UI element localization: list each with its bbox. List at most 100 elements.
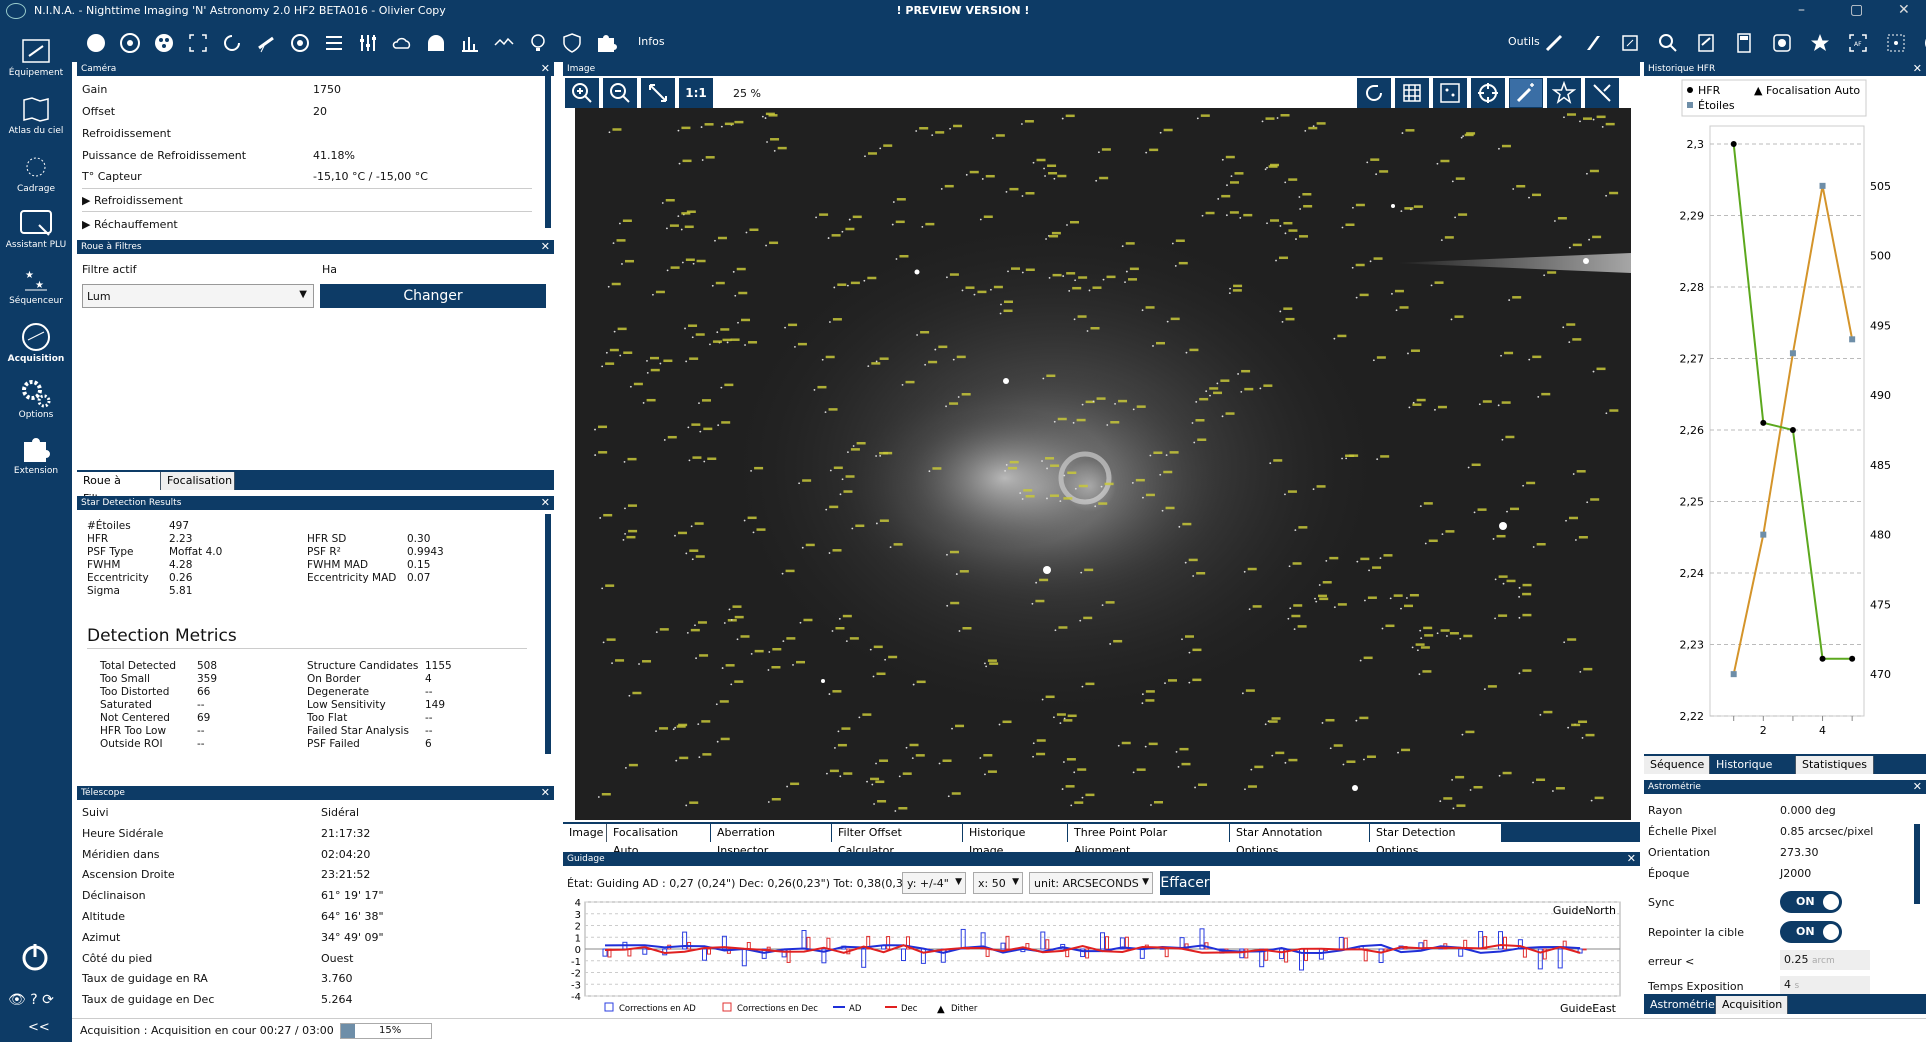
star-icon[interactable] xyxy=(1808,31,1832,55)
aperture-icon[interactable] xyxy=(118,31,142,55)
warming-expander[interactable]: ▶ Réchauffement xyxy=(82,218,178,231)
dome-icon[interactable] xyxy=(424,31,448,55)
sidebar-item-imaging[interactable]: Acquisition xyxy=(0,322,72,364)
sync-toggle[interactable]: ON xyxy=(1780,891,1842,913)
help-icons[interactable]: 👁 ? ⟳ xyxy=(8,992,54,1008)
frame-stars-icon[interactable] xyxy=(1433,78,1467,108)
power-icon[interactable] xyxy=(20,942,50,975)
repoint-toggle[interactable]: ON xyxy=(1780,921,1842,943)
tab-hfr-history[interactable]: Historique HFR xyxy=(1710,756,1796,789)
change-filter-button[interactable]: Changer xyxy=(320,284,546,308)
tab-image-1[interactable]: Focalisation Auto xyxy=(607,824,711,857)
close-icon[interactable]: ✕ xyxy=(541,240,550,254)
x-scale-select[interactable]: x: 50 ▼ xyxy=(973,872,1023,894)
zoom-in-icon[interactable] xyxy=(565,78,599,108)
camera-frame-icon[interactable] xyxy=(1770,31,1794,55)
close-icon[interactable]: ✕ xyxy=(541,496,550,510)
history-icon[interactable] xyxy=(1922,31,1926,55)
sidebar-item-flat-wizard[interactable]: Assistant PLU xyxy=(0,208,72,250)
star-outline-icon[interactable] xyxy=(1547,78,1581,108)
zoom-1to1-button[interactable]: 1:1 xyxy=(679,78,713,108)
guider-icon[interactable] xyxy=(288,31,312,55)
collapse-icon[interactable]: << xyxy=(28,1020,50,1035)
star-hfr-label xyxy=(1455,177,1465,180)
telescope-icon[interactable] xyxy=(254,31,278,55)
sequence-list-icon[interactable] xyxy=(322,31,346,55)
tab-filterwheel[interactable]: Roue à Filtres xyxy=(77,472,161,505)
sidebar-item-sequencer[interactable]: ★ ★ Séquenceur xyxy=(0,264,72,306)
error-input[interactable]: 0.25 arcm xyxy=(1780,950,1870,970)
tab-image-5[interactable]: Three Point Polar Alignment xyxy=(1068,824,1230,857)
edit-icon[interactable] xyxy=(1694,31,1718,55)
star-hfr-label xyxy=(1058,626,1068,629)
tab-image-7[interactable]: Star Detection Options xyxy=(1370,824,1502,857)
focuser-icon[interactable] xyxy=(186,31,210,55)
tab-focus[interactable]: Focalisation xyxy=(161,472,235,490)
star-point xyxy=(1590,799,1593,802)
tools-label[interactable]: Outils xyxy=(1508,35,1540,48)
tab-image-3[interactable]: Filter Offset Calculator xyxy=(832,824,963,857)
scrollbar[interactable] xyxy=(545,514,551,754)
close-icon[interactable]: ✕ xyxy=(1627,852,1636,866)
astro-image[interactable] xyxy=(575,108,1631,820)
flat-panel-icon[interactable] xyxy=(458,31,482,55)
camera-icon[interactable] xyxy=(84,31,108,55)
tab-astrometry[interactable]: Astrométrie xyxy=(1644,996,1716,1014)
star-hfr-label xyxy=(681,126,691,130)
minimize-icon[interactable]: – xyxy=(1798,2,1805,18)
sidebar-item-options[interactable]: Options xyxy=(0,378,72,420)
sidebar-item-extension[interactable]: Extension xyxy=(0,434,72,476)
tab-image-4[interactable]: Historique Image xyxy=(963,824,1068,857)
metrics-title: Detection Metrics xyxy=(87,626,237,646)
switch-icon[interactable] xyxy=(356,31,380,55)
telescope-aim-icon[interactable] xyxy=(1585,78,1619,108)
safety-monitor-icon[interactable] xyxy=(492,31,516,55)
infos-label[interactable]: Infos xyxy=(638,35,665,48)
maximize-icon[interactable]: ▢ xyxy=(1850,2,1863,18)
close-icon[interactable]: ✕ xyxy=(1913,62,1922,76)
ruler-icon[interactable] xyxy=(1542,31,1566,55)
close-icon[interactable]: ✕ xyxy=(1898,2,1910,18)
rotate-icon[interactable] xyxy=(1357,78,1391,108)
af-icon[interactable]: AF xyxy=(1846,31,1870,55)
fit-icon[interactable] xyxy=(641,78,675,108)
tab-sequence[interactable]: Séquence xyxy=(1644,756,1710,774)
close-icon[interactable]: ✕ xyxy=(541,786,550,800)
page-icon[interactable] xyxy=(1580,31,1604,55)
grid-frame-icon[interactable] xyxy=(1884,31,1908,55)
close-icon[interactable]: ✕ xyxy=(1913,780,1922,794)
calculator-icon[interactable] xyxy=(1732,31,1756,55)
shield-icon[interactable] xyxy=(560,31,584,55)
filter-wheel-icon[interactable] xyxy=(152,31,176,55)
magic-wand-icon[interactable] xyxy=(1509,78,1543,108)
grid-icon[interactable] xyxy=(1395,78,1429,108)
sidebar-item-atlas[interactable]: Atlas du ciel xyxy=(0,94,72,136)
cooling-expander[interactable]: ▶ Refroidissement xyxy=(82,194,183,207)
tab-image-0[interactable]: Image xyxy=(563,824,607,842)
search-icon[interactable] xyxy=(1656,31,1680,55)
tab-acquisition[interactable]: Acquisition xyxy=(1716,996,1788,1014)
weather-icon[interactable] xyxy=(390,31,414,55)
y-scale-select[interactable]: y: +/-4" ▼ xyxy=(902,872,966,894)
astro-value: 0.85 arcsec/pixel xyxy=(1780,825,1874,838)
sidebar-item-equipment[interactable]: Équipement xyxy=(0,36,72,78)
close-icon[interactable]: ✕ xyxy=(541,62,550,76)
scrollbar[interactable] xyxy=(1914,824,1920,904)
clear-button[interactable]: Effacer xyxy=(1160,871,1210,895)
star-point xyxy=(1284,493,1286,496)
tab-image-6[interactable]: Star Annotation Options xyxy=(1230,824,1370,857)
tab-statistics[interactable]: Statistiques xyxy=(1796,756,1874,774)
unit-select[interactable]: unit: ARCSECONDS ▼ xyxy=(1029,872,1153,894)
filter-select[interactable]: Lum ▼ xyxy=(82,284,314,308)
rotator-icon[interactable] xyxy=(220,31,244,55)
zoom-out-icon[interactable] xyxy=(603,78,637,108)
star-point xyxy=(965,173,968,176)
crosshair-icon[interactable] xyxy=(1471,78,1505,108)
lightbulb-icon[interactable] xyxy=(526,31,550,55)
tab-image-2[interactable]: Aberration Inspector xyxy=(711,824,832,857)
puzzle-icon[interactable] xyxy=(594,31,618,55)
exposure-input[interactable]: 4 s xyxy=(1780,976,1870,994)
note-icon[interactable] xyxy=(1618,31,1642,55)
sidebar-item-framing[interactable]: Cadrage xyxy=(0,152,72,194)
scrollbar[interactable] xyxy=(545,76,551,228)
